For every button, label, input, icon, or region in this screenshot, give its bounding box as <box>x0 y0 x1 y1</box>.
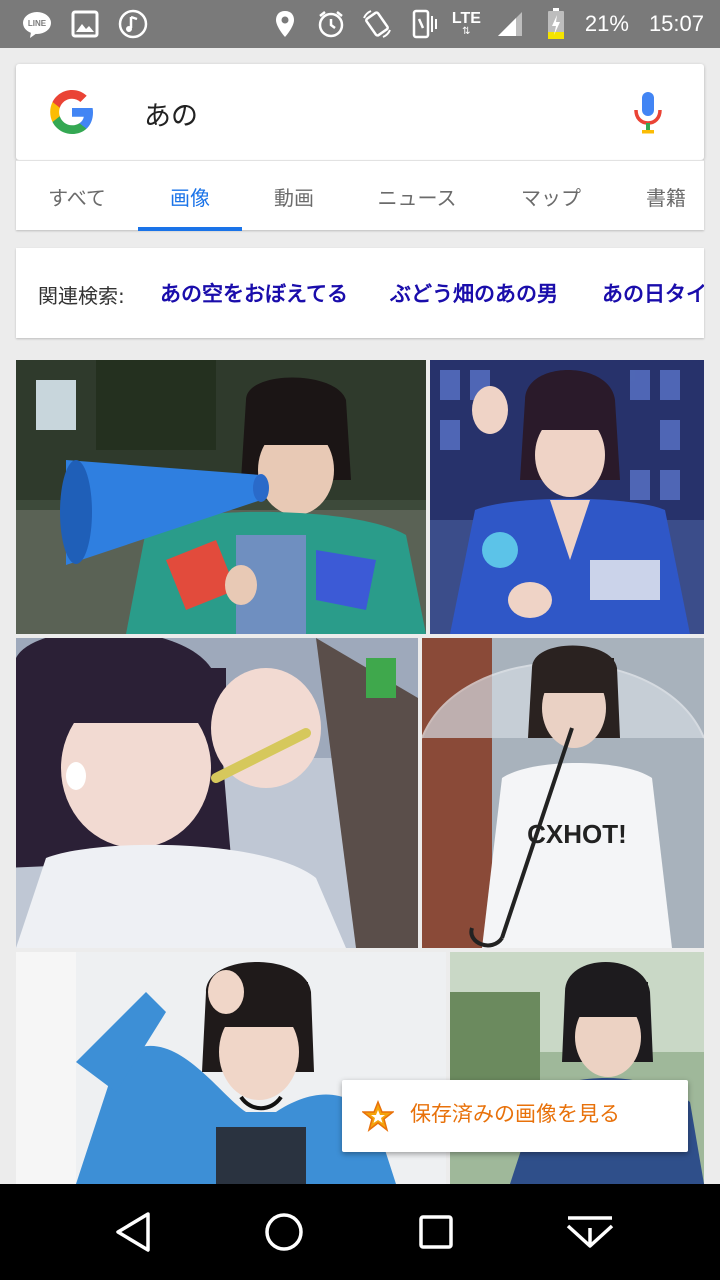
clock: 15:07 <box>648 11 704 36</box>
music-icon <box>116 7 150 41</box>
microphone-icon[interactable] <box>632 90 664 136</box>
photo-girl-in-jersey <box>430 360 704 634</box>
active-tab-indicator <box>138 227 242 231</box>
search-bar[interactable]: あの <box>16 64 704 160</box>
line-icon: LINE <box>20 7 54 41</box>
star-icon <box>360 1099 396 1132</box>
photo-girl-with-megaphone <box>16 360 426 634</box>
network-type: LTE <box>451 10 481 27</box>
related-chip[interactable]: ぶどう畑のあの男 <box>390 278 558 308</box>
google-logo-icon[interactable] <box>46 86 98 138</box>
saved-images-button[interactable]: 保存済みの画像を見る <box>342 1080 688 1152</box>
related-searches: 関連検索: あの空をおぼえてる ぶどう畑のあの男 あの日タイ <box>16 248 704 338</box>
tab-videos[interactable]: 動画 <box>242 161 346 231</box>
keyboard-hide-icon[interactable] <box>566 1210 614 1254</box>
tab-images[interactable]: 画像 <box>138 161 242 231</box>
related-chip[interactable]: あの空をおぼえてる <box>160 278 348 308</box>
battery-percent: 21% <box>584 11 629 36</box>
image-result[interactable]: CXHOT! <box>422 638 704 948</box>
search-query[interactable]: あの <box>144 94 198 133</box>
navigation-bar <box>0 1184 720 1280</box>
related-label: 関連検索: <box>38 284 125 308</box>
tab-label: ニュース <box>377 185 457 210</box>
image-result[interactable] <box>430 360 704 634</box>
search-tabs: すべて 画像 動画 ニュース マップ 書籍 <box>16 160 704 231</box>
tab-maps[interactable]: マップ <box>486 161 616 231</box>
image-result[interactable] <box>16 638 418 948</box>
location-icon <box>268 7 302 41</box>
vibrate-icon <box>406 7 440 41</box>
tab-label: 書籍 <box>646 185 686 210</box>
related-chip[interactable]: あの日タイ <box>602 278 704 308</box>
tab-books[interactable]: 書籍 <box>628 161 704 231</box>
saved-images-label: 保存済みの画像を見る <box>410 1102 620 1126</box>
signal-icon <box>493 7 527 41</box>
back-icon[interactable] <box>112 1210 156 1254</box>
tab-label: 画像 <box>170 185 210 210</box>
photo-girl-with-umbrella: CXHOT! <box>422 638 704 948</box>
battery-icon <box>539 7 573 41</box>
network-indicator: LTE ⇅ <box>451 10 481 37</box>
status-bar: LINE LTE ⇅ 21% 15:07 <box>0 0 720 48</box>
tab-label: 動画 <box>274 185 314 210</box>
tab-news[interactable]: ニュース <box>356 161 478 231</box>
tab-label: すべて <box>48 185 106 210</box>
photo-girl-eating-snack <box>16 638 418 948</box>
alarm-icon <box>314 7 348 41</box>
recents-icon[interactable] <box>414 1210 458 1254</box>
rotate-icon <box>360 7 394 41</box>
image-result[interactable] <box>16 360 426 634</box>
home-icon[interactable] <box>262 1210 306 1254</box>
tab-all[interactable]: すべて <box>16 161 138 231</box>
gallery-icon <box>68 7 102 41</box>
tab-label: マップ <box>521 185 581 210</box>
svg-text:LINE: LINE <box>28 19 47 28</box>
